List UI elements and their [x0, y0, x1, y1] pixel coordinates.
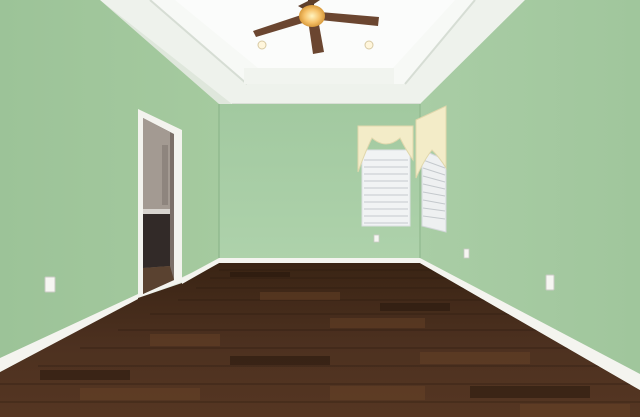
outlet-right-near — [545, 274, 555, 291]
room-photo — [0, 0, 640, 417]
outlet-back — [373, 234, 380, 243]
fan-light — [299, 5, 325, 27]
recessed-light-left — [257, 40, 267, 50]
tray-crown — [244, 68, 394, 84]
hallway-mirror-frame — [162, 145, 168, 205]
outlet-right-far — [463, 248, 470, 259]
hallway-cabinet — [143, 213, 170, 268]
recessed-light-right — [364, 40, 374, 50]
room-scene — [0, 0, 640, 417]
window-back[interactable] — [361, 149, 411, 227]
hallway-counter — [143, 209, 170, 214]
baseboard-back — [219, 258, 420, 263]
outlet-left — [44, 276, 56, 293]
